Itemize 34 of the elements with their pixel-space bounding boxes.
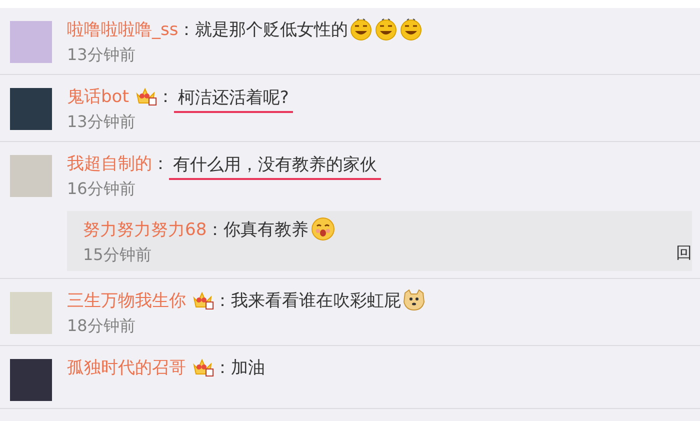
colon: ： bbox=[206, 218, 224, 240]
user-name[interactable]: 啦噜啦啦噜_ss bbox=[67, 18, 178, 40]
comment-text: 我来看看谁在吹彩虹屁 bbox=[231, 290, 401, 312]
colon: ： bbox=[214, 356, 231, 378]
colon: ： bbox=[214, 290, 231, 312]
avatar-photo[interactable] bbox=[10, 292, 52, 334]
avatar-photo[interactable] bbox=[10, 88, 52, 130]
avatar-photo[interactable] bbox=[10, 155, 52, 197]
smiling-face-icon bbox=[310, 216, 336, 242]
comment-text: 你真有教养 bbox=[224, 218, 309, 240]
colon: ： bbox=[152, 152, 169, 174]
avatar-photo[interactable] bbox=[10, 359, 52, 401]
user-name[interactable]: 孤独时代的召哥 bbox=[67, 356, 186, 378]
avatar-photo[interactable] bbox=[10, 21, 52, 63]
grinning-face-icon bbox=[349, 17, 374, 41]
comment-text: 有什么用，没有教养的家伙 bbox=[169, 152, 381, 180]
comment-text: 柯洁还活着呢? bbox=[174, 86, 293, 112]
user-name[interactable]: 三生万物我生你 bbox=[67, 288, 186, 312]
user-name[interactable]: 我超自制的 bbox=[67, 152, 152, 174]
dog-face-icon bbox=[402, 288, 426, 312]
comment-text: 加油 bbox=[231, 356, 265, 378]
colon: ： bbox=[156, 86, 174, 108]
timestamp: 15分钟前 bbox=[83, 244, 152, 266]
user-name[interactable]: 努力努力努力68 bbox=[83, 218, 207, 240]
timestamp: 13分钟前 bbox=[67, 111, 136, 133]
grinning-face-icon bbox=[399, 17, 424, 41]
colon: ： bbox=[178, 18, 196, 40]
user-name[interactable]: 鬼话bot bbox=[67, 84, 129, 108]
timestamp: 13分钟前 bbox=[67, 44, 136, 66]
reply-link[interactable]: 回 bbox=[676, 243, 692, 264]
grinning-face-icon bbox=[374, 17, 398, 41]
comment-text: 就是那个贬低女性的 bbox=[195, 18, 348, 40]
timestamp: 16分钟前 bbox=[67, 178, 136, 200]
timestamp: 18分钟前 bbox=[67, 315, 136, 337]
